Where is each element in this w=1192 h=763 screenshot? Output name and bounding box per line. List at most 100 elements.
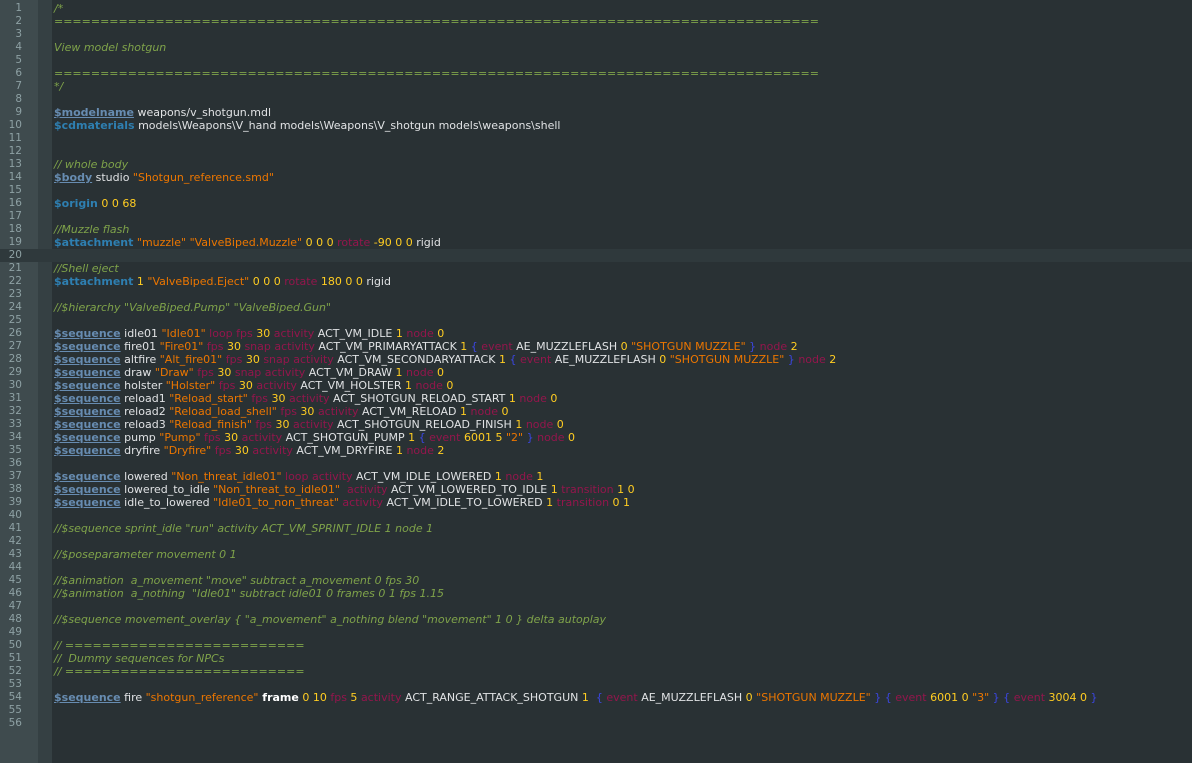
line-code[interactable]: $sequence fire "shotgun_reference" frame… <box>54 691 1098 704</box>
code-line[interactable]: 42 <box>0 535 1192 548</box>
code-line[interactable]: 56 <box>0 717 1192 730</box>
line-code[interactable]: $sequence draw "Draw" fps 30 snap activi… <box>54 366 444 379</box>
line-code[interactable]: $sequence altfire "Alt_fire01" fps 30 sn… <box>54 353 836 366</box>
line-code[interactable]: $sequence idle01 "Idle01" loop fps 30 ac… <box>54 327 444 340</box>
code-line[interactable]: 11 <box>0 132 1192 145</box>
code-line[interactable]: 23 <box>0 288 1192 301</box>
line-code[interactable]: $modelname weapons/v_shotgun.mdl <box>54 106 271 119</box>
code-line[interactable]: 12 <box>0 145 1192 158</box>
code-line[interactable]: 8 <box>0 93 1192 106</box>
line-code[interactable]: // whole body <box>54 158 128 171</box>
line-code[interactable]: $attachment "muzzle" "ValveBiped.Muzzle"… <box>54 236 441 249</box>
code-line[interactable]: 7 */ <box>0 80 1192 93</box>
line-code[interactable]: //$sequence movement_overlay { "a_moveme… <box>54 613 606 626</box>
code-line[interactable]: 24 //$hierarchy "ValveBiped.Pump" "ValveB… <box>0 301 1192 314</box>
code-line[interactable]: 54 $sequence fire "shotgun_reference" fra… <box>0 691 1192 704</box>
code-line[interactable]: 33 $sequence reload3 "Reload_finish" fps … <box>0 418 1192 431</box>
code-line[interactable]: 20 <box>0 249 1192 262</box>
code-line[interactable]: 53 <box>0 678 1192 691</box>
line-code[interactable]: View model shotgun <box>54 41 166 54</box>
line-code[interactable]: //$animation a_movement "move" subtract … <box>54 574 419 587</box>
line-code[interactable]: $cdmaterials models\Weapons\V_hand model… <box>54 119 560 132</box>
code-line[interactable]: 16 $origin 0 0 68 <box>0 197 1192 210</box>
code-line[interactable]: 37 $sequence lowered "Non_threat_idle01" … <box>0 470 1192 483</box>
code-line[interactable]: 28 $sequence altfire "Alt_fire01" fps 30 … <box>0 353 1192 366</box>
line-code[interactable]: $sequence reload2 "Reload_load_shell" fp… <box>54 405 508 418</box>
code-line[interactable]: 48 //$sequence movement_overlay { "a_move… <box>0 613 1192 626</box>
code-line[interactable]: 52 // ========================== <box>0 665 1192 678</box>
code-token: "Alt_fire01" <box>159 353 223 366</box>
line-code[interactable]: //$animation a_nothing "Idle01" subtract… <box>54 587 444 600</box>
line-code[interactable]: $attachment 1 "ValveBiped.Eject" 0 0 0 r… <box>54 275 391 288</box>
line-code[interactable]: //Muzzle flash <box>54 223 129 236</box>
code-token: $cdmaterials <box>54 119 135 132</box>
code-line[interactable]: 4 View model shotgun <box>0 41 1192 54</box>
line-code[interactable]: $sequence reload1 "Reload_start" fps 30 … <box>54 392 557 405</box>
line-code[interactable]: $sequence idle_to_lowered "Idle01_to_non… <box>54 496 630 509</box>
code-line[interactable]: 27 $sequence fire01 "Fire01" fps 30 snap … <box>0 340 1192 353</box>
line-code[interactable]: */ <box>54 80 63 93</box>
code-line[interactable]: 41 //$sequence sprint_idle "run" activity… <box>0 522 1192 535</box>
code-line[interactable]: 2 =======================================… <box>0 15 1192 28</box>
line-code[interactable]: //$sequence sprint_idle "run" activity A… <box>54 522 433 535</box>
line-code[interactable]: $sequence lowered_to_idle "Non_threat_to… <box>54 483 635 496</box>
line-code[interactable]: $sequence dryfire "Dryfire" fps 30 activ… <box>54 444 444 457</box>
line-code[interactable]: $origin 0 0 68 <box>54 197 136 210</box>
line-code[interactable]: /* <box>54 2 63 15</box>
code-line[interactable]: 25 <box>0 314 1192 327</box>
code-line[interactable]: 39 $sequence idle_to_lowered "Idle01_to_n… <box>0 496 1192 509</box>
line-code[interactable]: //$hierarchy "ValveBiped.Pump" "ValveBip… <box>54 301 331 314</box>
code-line[interactable]: 9 $modelname weapons/v_shotgun.mdl <box>0 106 1192 119</box>
code-line[interactable]: 38 $sequence lowered_to_idle "Non_threat_… <box>0 483 1192 496</box>
code-line[interactable]: 21 //Shell eject <box>0 262 1192 275</box>
line-code[interactable]: $sequence holster "Holster" fps 30 activ… <box>54 379 453 392</box>
code-line[interactable]: 34 $sequence pump "Pump" fps 30 activity … <box>0 431 1192 444</box>
line-code[interactable]: $sequence pump "Pump" fps 30 activity AC… <box>54 431 575 444</box>
line-code[interactable]: ========================================… <box>54 15 819 28</box>
code-line[interactable]: 47 <box>0 600 1192 613</box>
code-line[interactable]: 55 <box>0 704 1192 717</box>
line-code[interactable]: $body studio "Shotgun_reference.smd" <box>54 171 274 184</box>
line-code[interactable]: $sequence lowered "Non_threat_idle01" lo… <box>54 470 543 483</box>
line-code[interactable]: // ========================== <box>54 639 305 652</box>
code-line[interactable]: 18 //Muzzle flash <box>0 223 1192 236</box>
code-line[interactable]: 46 //$animation a_nothing "Idle01" subtra… <box>0 587 1192 600</box>
code-line[interactable]: 13 // whole body <box>0 158 1192 171</box>
code-line[interactable]: 40 <box>0 509 1192 522</box>
line-code[interactable]: // Dummy sequences for NPCs <box>54 652 224 665</box>
code-line[interactable]: 51 // Dummy sequences for NPCs <box>0 652 1192 665</box>
line-code[interactable]: ========================================… <box>54 67 819 80</box>
code-line[interactable]: 5 <box>0 54 1192 67</box>
code-line[interactable]: 6 =======================================… <box>0 67 1192 80</box>
line-code[interactable]: $sequence fire01 "Fire01" fps 30 snap ac… <box>54 340 798 353</box>
line-code[interactable]: //Shell eject <box>54 262 119 275</box>
line-code[interactable]: // ========================== <box>54 665 305 678</box>
code-editor[interactable]: 1 /* 2 ====================================… <box>0 0 1192 763</box>
code-line[interactable]: 31 $sequence reload1 "Reload_start" fps 3… <box>0 392 1192 405</box>
code-line[interactable]: 26 $sequence idle01 "Idle01" loop fps 30 … <box>0 327 1192 340</box>
code-line[interactable]: 1 /* <box>0 2 1192 15</box>
code-line[interactable]: 44 <box>0 561 1192 574</box>
code-line[interactable]: 49 <box>0 626 1192 639</box>
code-line[interactable]: 30 $sequence holster "Holster" fps 30 act… <box>0 379 1192 392</box>
code-line[interactable]: 19 $attachment "muzzle" "ValveBiped.Muzzl… <box>0 236 1192 249</box>
line-code[interactable]: $sequence reload3 "Reload_finish" fps 30… <box>54 418 564 431</box>
code-line[interactable]: 15 <box>0 184 1192 197</box>
code-line[interactable]: 43 //$poseparameter movement 0 1 <box>0 548 1192 561</box>
code-token: 1 <box>395 327 407 340</box>
code-lines[interactable]: 1 /* 2 ====================================… <box>0 2 1192 730</box>
line-number: 48 <box>8 613 22 625</box>
line-number: 17 <box>8 210 22 222</box>
line-code[interactable]: //$poseparameter movement 0 1 <box>54 548 237 561</box>
code-line[interactable]: 10 $cdmaterials models\Weapons\V_hand mod… <box>0 119 1192 132</box>
code-line[interactable]: 17 <box>0 210 1192 223</box>
code-line[interactable]: 36 <box>0 457 1192 470</box>
code-line[interactable]: 35 $sequence dryfire "Dryfire" fps 30 act… <box>0 444 1192 457</box>
code-line[interactable]: 3 <box>0 28 1192 41</box>
code-line[interactable]: 32 $sequence reload2 "Reload_load_shell" … <box>0 405 1192 418</box>
code-line[interactable]: 45 //$animation a_movement "move" subtrac… <box>0 574 1192 587</box>
code-line[interactable]: 14 $body studio "Shotgun_reference.smd" <box>0 171 1192 184</box>
code-line[interactable]: 22 $attachment 1 "ValveBiped.Eject" 0 0 0… <box>0 275 1192 288</box>
code-line[interactable]: 50 // ========================== <box>0 639 1192 652</box>
code-line[interactable]: 29 $sequence draw "Draw" fps 30 snap acti… <box>0 366 1192 379</box>
